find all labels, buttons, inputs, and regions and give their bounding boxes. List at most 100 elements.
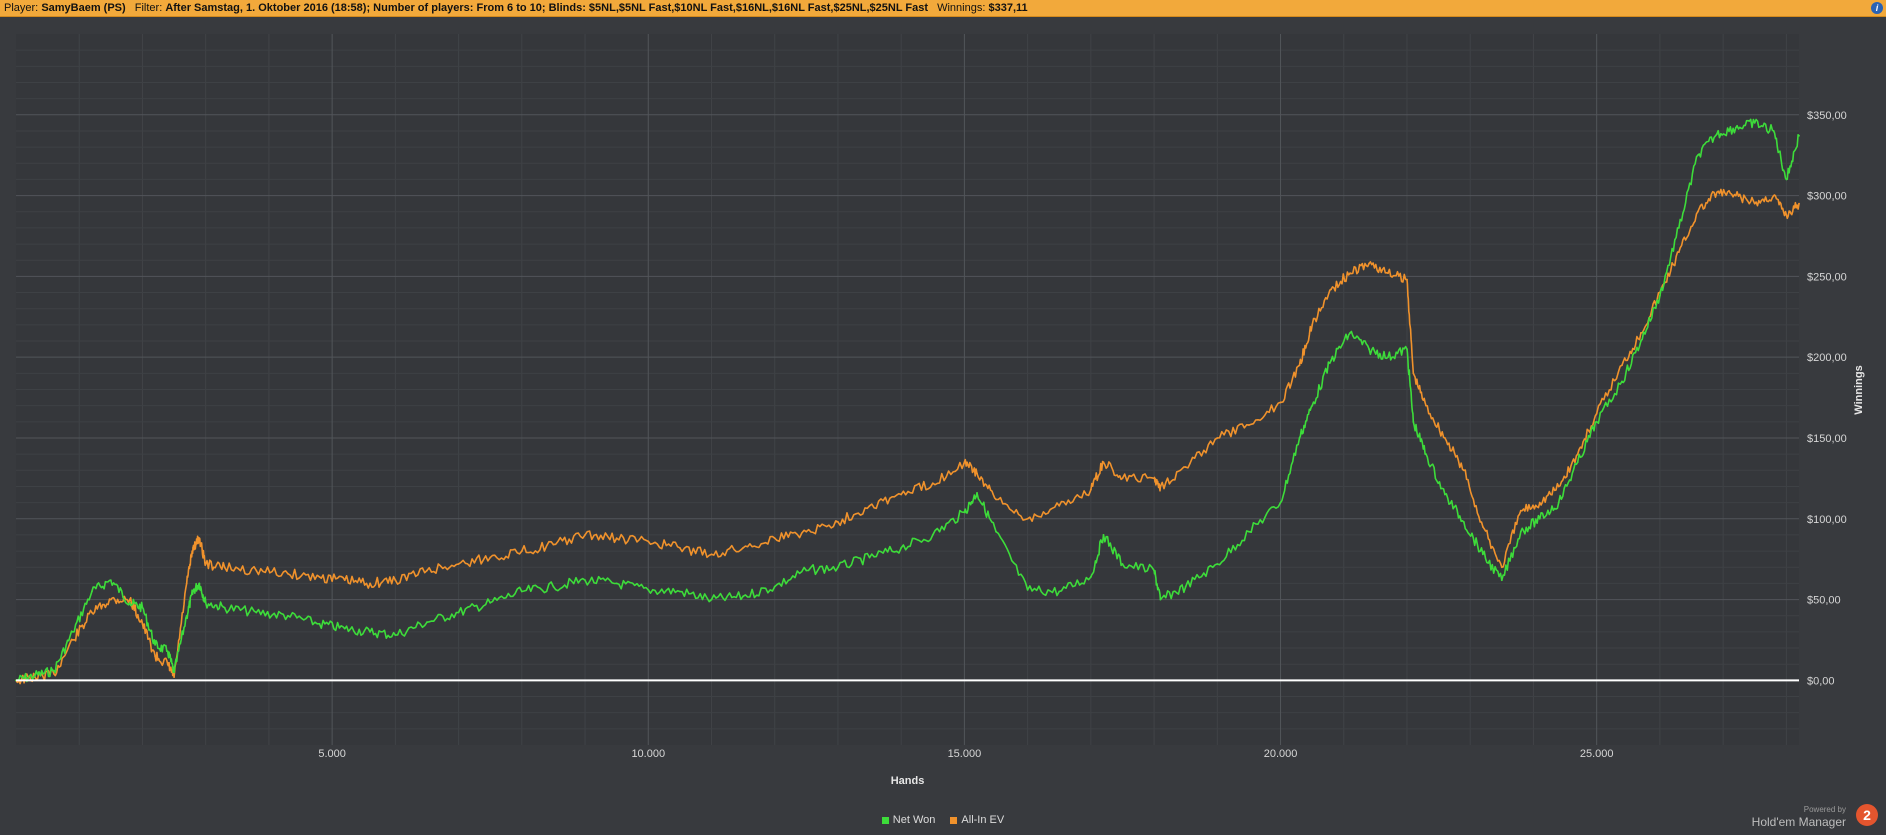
data-point-all-in-ev xyxy=(976,472,978,475)
data-point-all-in-ev xyxy=(615,537,618,540)
data-point-net-won xyxy=(1121,563,1124,565)
data-point-all-in-ev xyxy=(1715,191,1718,194)
data-point-all-in-ev xyxy=(1102,461,1105,464)
data-point-all-in-ev xyxy=(1330,288,1333,291)
series-layer xyxy=(15,118,1800,685)
data-point-net-won xyxy=(805,569,808,572)
data-point-net-won xyxy=(773,585,776,588)
data-point-net-won xyxy=(394,634,397,637)
data-point-all-in-ev xyxy=(318,576,321,578)
data-point-all-in-ev xyxy=(204,563,207,565)
data-point-net-won xyxy=(1659,294,1661,297)
data-point-all-in-ev xyxy=(1412,372,1415,375)
data-point-net-won xyxy=(185,614,188,617)
legend-label-all-in-ev: All-In EV xyxy=(961,814,1005,826)
data-point-net-won xyxy=(1481,553,1484,556)
data-point-net-won xyxy=(678,590,681,593)
data-point-net-won xyxy=(1368,348,1370,351)
data-point-net-won xyxy=(1248,530,1250,533)
data-point-all-in-ev xyxy=(255,569,258,572)
data-point-all-in-ev xyxy=(931,482,934,485)
data-point-all-in-ev xyxy=(647,540,650,543)
data-point-net-won xyxy=(109,579,112,582)
data-point-net-won xyxy=(1753,121,1756,124)
data-point-net-won xyxy=(1576,461,1579,464)
data-point-net-won xyxy=(1102,534,1105,536)
data-point-all-in-ev xyxy=(286,572,289,575)
data-point-all-in-ev xyxy=(1519,509,1522,512)
data-point-all-in-ev xyxy=(369,582,371,585)
data-point-net-won xyxy=(1412,420,1415,423)
data-point-all-in-ev xyxy=(141,622,144,625)
x-tick-label: 15.000 xyxy=(948,748,982,760)
data-point-all-in-ev xyxy=(72,639,74,641)
data-point-all-in-ev xyxy=(173,676,175,679)
legend-item-all-in-ev[interactable]: All-In EV xyxy=(950,814,1004,826)
data-point-net-won xyxy=(1621,380,1623,383)
data-point-net-won xyxy=(1785,178,1788,181)
data-point-net-won xyxy=(1330,359,1333,362)
data-point-net-won xyxy=(520,590,523,593)
x-tick-label: 25.000 xyxy=(1580,748,1614,760)
y-tick-label: $300,00 xyxy=(1807,191,1847,203)
data-point-all-in-ev xyxy=(1557,485,1560,488)
data-point-all-in-ev xyxy=(1538,501,1541,504)
y-tick-label: $0,00 xyxy=(1807,675,1835,687)
data-point-all-in-ev xyxy=(198,537,201,540)
legend-swatch-all-in-ev xyxy=(950,816,958,824)
data-point-net-won xyxy=(192,590,194,593)
data-point-all-in-ev xyxy=(773,537,776,540)
data-point-all-in-ev xyxy=(1621,364,1623,367)
data-point-all-in-ev xyxy=(1595,412,1598,415)
data-point-net-won xyxy=(1677,227,1680,229)
y-tick-labels: $0,00 $50,00 $100,00 $150,00 $200,00 $250,00 $… xyxy=(1807,110,1847,688)
data-point-all-in-ev xyxy=(1368,262,1370,265)
data-point-all-in-ev xyxy=(185,582,188,585)
data-point-net-won xyxy=(90,590,93,593)
data-point-net-won xyxy=(552,585,555,588)
legend-item-net-won[interactable]: Net Won xyxy=(881,814,935,826)
data-point-all-in-ev xyxy=(109,598,112,601)
series-line-net-won xyxy=(15,118,1800,683)
data-point-all-in-ev xyxy=(192,546,194,549)
x-tick-label: 10.000 xyxy=(631,748,665,760)
y-tick-label: $100,00 xyxy=(1807,514,1847,526)
data-point-net-won xyxy=(1538,517,1541,520)
legend-swatch-net-won xyxy=(881,816,889,824)
data-point-all-in-ev xyxy=(742,546,745,549)
y-tick-label: $250,00 xyxy=(1807,271,1847,283)
data-point-net-won xyxy=(1425,453,1427,456)
data-point-net-won xyxy=(128,601,131,604)
data-point-net-won xyxy=(1557,501,1560,504)
data-point-all-in-ev xyxy=(1248,424,1250,426)
hm2-logo-icon: 2 xyxy=(1856,804,1878,826)
data-point-all-in-ev xyxy=(1425,404,1427,407)
data-point-all-in-ev xyxy=(1444,437,1446,439)
data-point-net-won xyxy=(223,606,226,609)
data-point-all-in-ev xyxy=(1184,466,1187,468)
data-point-net-won xyxy=(1058,590,1061,593)
data-point-net-won xyxy=(995,530,997,533)
data-point-all-in-ev xyxy=(552,543,555,546)
data-point-net-won xyxy=(1734,126,1737,129)
y-tick-label: $350,00 xyxy=(1807,110,1847,122)
data-point-all-in-ev xyxy=(166,663,169,666)
data-point-net-won xyxy=(584,579,586,582)
data-point-net-won xyxy=(154,643,156,646)
data-point-all-in-ev xyxy=(1121,477,1124,480)
data-point-net-won xyxy=(647,588,650,591)
data-point-all-in-ev xyxy=(1772,194,1775,197)
data-point-net-won xyxy=(1216,563,1219,565)
y-tick-label: $150,00 xyxy=(1807,433,1847,445)
data-point-net-won xyxy=(1153,569,1155,572)
data-point-net-won xyxy=(963,511,966,514)
data-point-net-won xyxy=(710,598,713,601)
data-point-net-won xyxy=(1462,521,1465,523)
data-point-net-won xyxy=(1696,154,1699,157)
data-point-net-won xyxy=(286,614,289,617)
data-point-net-won xyxy=(173,671,175,674)
data-point-net-won xyxy=(489,601,492,604)
data-point-all-in-ev xyxy=(426,569,428,572)
data-point-net-won xyxy=(34,674,36,677)
data-point-all-in-ev xyxy=(1462,469,1465,472)
